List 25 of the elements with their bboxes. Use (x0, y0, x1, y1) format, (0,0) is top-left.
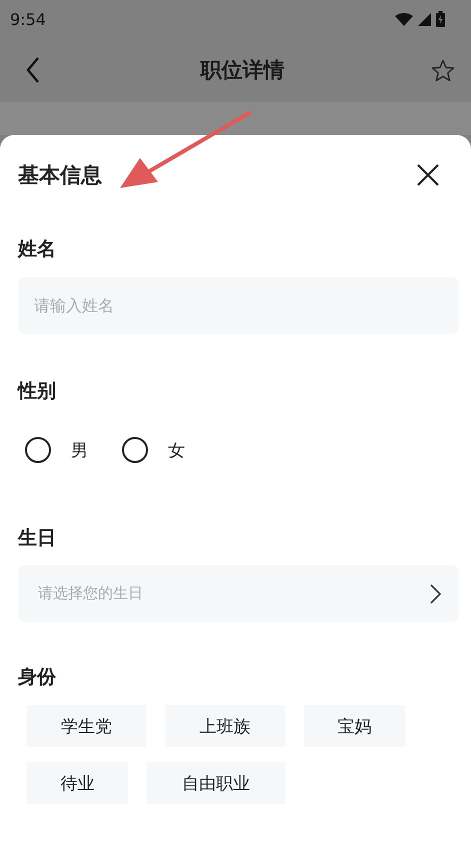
name-field[interactable]: 请输入姓名 (18, 277, 459, 334)
placeholder-text: 请选择您的生日 (38, 584, 143, 603)
radio-label: 男 (71, 440, 88, 462)
radio-button[interactable] (25, 437, 51, 463)
field-label: 性别 (18, 379, 56, 404)
field-label: 身份 (18, 665, 56, 690)
battery-icon (436, 11, 445, 27)
tag-option[interactable]: 学生党 (27, 705, 146, 747)
radio-label: 女 (168, 440, 185, 462)
chevron-icon (430, 584, 441, 604)
field-label: 生日 (18, 526, 56, 551)
sheet-title: 基本信息 (18, 162, 102, 189)
tag-option[interactable]: 上班族 (165, 705, 285, 747)
field-label: 姓名 (18, 237, 56, 262)
wifi-icon (395, 12, 413, 26)
tag-option[interactable]: 宝妈 (304, 705, 405, 747)
tag-option[interactable]: 自由职业 (147, 762, 285, 804)
tag-option[interactable]: 待业 (27, 762, 128, 804)
back-icon[interactable] (26, 57, 40, 83)
radio-button[interactable] (122, 437, 148, 463)
close-icon[interactable] (417, 164, 439, 186)
status-time: 9:54 (10, 10, 46, 28)
page-title: 职位详情 (200, 57, 284, 84)
star-icon[interactable] (431, 58, 455, 82)
signal-icon (418, 12, 431, 26)
